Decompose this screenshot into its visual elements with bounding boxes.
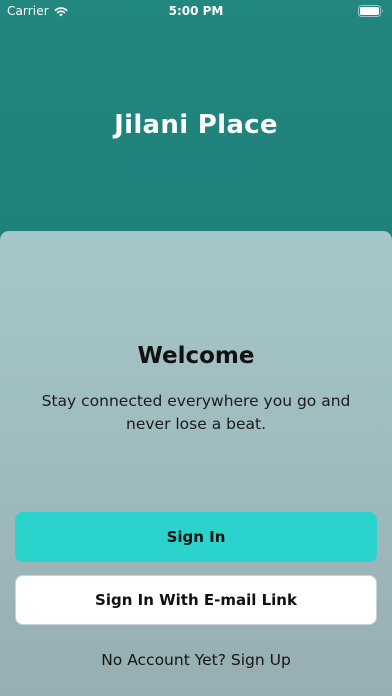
welcome-title: Welcome <box>137 343 255 369</box>
battery-icon <box>358 5 384 17</box>
welcome-card: Welcome Stay connected everywhere you go… <box>0 231 392 696</box>
sign-in-button[interactable]: Sign In <box>15 512 377 562</box>
app-screen: Carrier 5:00 PM Jilani Place Welcome Sta… <box>0 0 392 696</box>
status-bar: Carrier 5:00 PM <box>0 0 392 22</box>
app-title: Jilani Place <box>114 110 278 140</box>
welcome-description: Stay connected everywhere you go and nev… <box>41 392 351 433</box>
email-link-sign-in-button[interactable]: Sign In With E-mail Link <box>15 575 377 625</box>
status-time: 5:00 PM <box>168 4 224 18</box>
email-link-button-label: Sign In With E-mail Link <box>95 591 297 609</box>
sign-up-link[interactable]: No Account Yet? Sign Up <box>0 651 392 669</box>
sign-in-button-label: Sign In <box>166 528 226 546</box>
